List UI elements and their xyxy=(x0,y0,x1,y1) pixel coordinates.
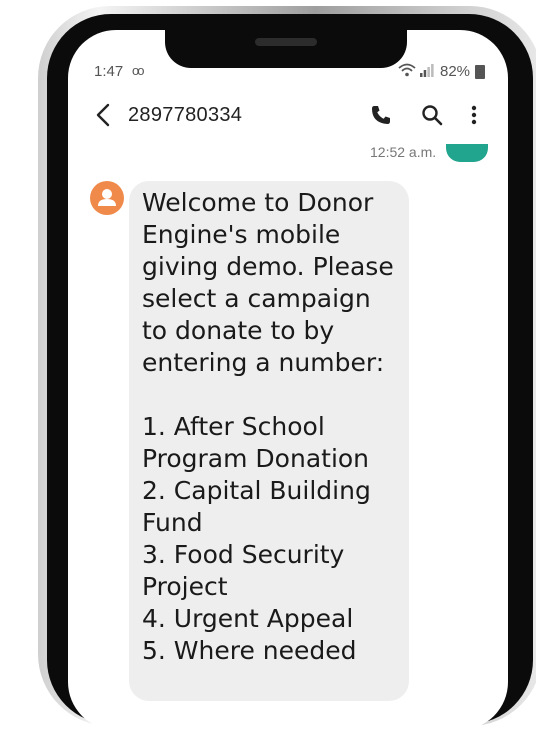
battery-level: 82% xyxy=(440,63,471,80)
voicemail-icon: oo xyxy=(132,63,145,78)
message-timestamp: 12:52 a.m. xyxy=(370,144,437,160)
status-time: 1:47 xyxy=(94,63,124,80)
contact-number: 2897780334 xyxy=(128,104,243,126)
search-icon[interactable] xyxy=(421,104,443,126)
wifi-icon xyxy=(398,63,416,77)
speaker-grille xyxy=(255,38,317,46)
received-message-text: Welcome to Donor Engine's mobile giving … xyxy=(142,188,394,665)
back-arrow-icon[interactable] xyxy=(92,102,116,128)
battery-icon xyxy=(475,65,485,79)
signal-icon xyxy=(420,64,434,77)
person-icon xyxy=(98,189,116,206)
sent-message-bubble[interactable] xyxy=(446,144,488,162)
phone-call-icon[interactable] xyxy=(370,104,392,126)
more-options-icon[interactable] xyxy=(469,104,479,126)
contact-avatar[interactable] xyxy=(90,181,124,215)
